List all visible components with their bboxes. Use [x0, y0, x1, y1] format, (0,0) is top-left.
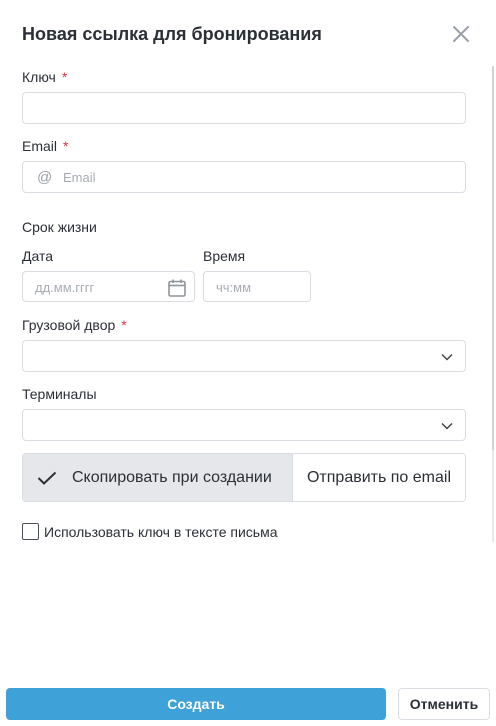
at-icon: @	[37, 169, 53, 186]
use-key-checkbox-label[interactable]: Использовать ключ в тексте письма	[44, 524, 278, 540]
time-placeholder: чч:мм	[216, 280, 252, 295]
chevron-down-icon	[441, 354, 453, 361]
scrollbar-thumb[interactable]	[492, 66, 494, 450]
terminals-label: Терминалы	[22, 386, 97, 402]
calendar-icon[interactable]	[167, 278, 187, 298]
key-label-text: Ключ	[22, 69, 56, 85]
create-button[interactable]: Создать	[6, 688, 386, 720]
email-label-text: Email	[22, 138, 58, 154]
send-by-email-option[interactable]: Отправить по email	[292, 454, 465, 501]
date-label: Дата	[22, 248, 54, 264]
email-placeholder: Email	[63, 170, 96, 185]
cancel-button[interactable]: Отменить	[398, 688, 490, 720]
use-key-checkbox[interactable]	[22, 523, 39, 540]
date-input[interactable]: дд.мм.гггг	[22, 271, 195, 302]
copy-on-create-label: Скопировать при создании	[72, 468, 272, 486]
close-icon[interactable]	[452, 25, 470, 43]
cargo-yard-select[interactable]	[22, 340, 466, 372]
send-by-email-label: Отправить по email	[306, 468, 452, 486]
email-label: Email *	[22, 138, 68, 154]
time-input[interactable]: чч:мм	[203, 271, 311, 302]
email-field[interactable]: @ Email	[22, 161, 466, 193]
cargo-yard-label: Грузовой двор *	[22, 317, 127, 333]
scrollbar[interactable]	[490, 66, 496, 542]
terminals-select[interactable]	[22, 409, 466, 441]
dialog-title: Новая ссылка для бронирования	[22, 24, 322, 44]
date-placeholder: дд.мм.гггг	[35, 280, 95, 295]
check-icon	[37, 471, 57, 485]
key-label: Ключ *	[22, 69, 67, 85]
required-mark: *	[61, 69, 68, 85]
cargo-yard-label-text: Грузовой двор	[22, 317, 116, 333]
chevron-down-icon	[441, 423, 453, 430]
delivery-mode-toggle: Скопировать при создании Отправить по em…	[22, 453, 466, 502]
time-label: Время	[203, 248, 246, 264]
required-mark: *	[121, 317, 127, 333]
required-mark: *	[63, 138, 69, 154]
key-input[interactable]	[22, 92, 466, 124]
copy-on-create-option[interactable]: Скопировать при создании	[23, 454, 292, 501]
lifetime-label: Срок жизни	[22, 219, 97, 235]
